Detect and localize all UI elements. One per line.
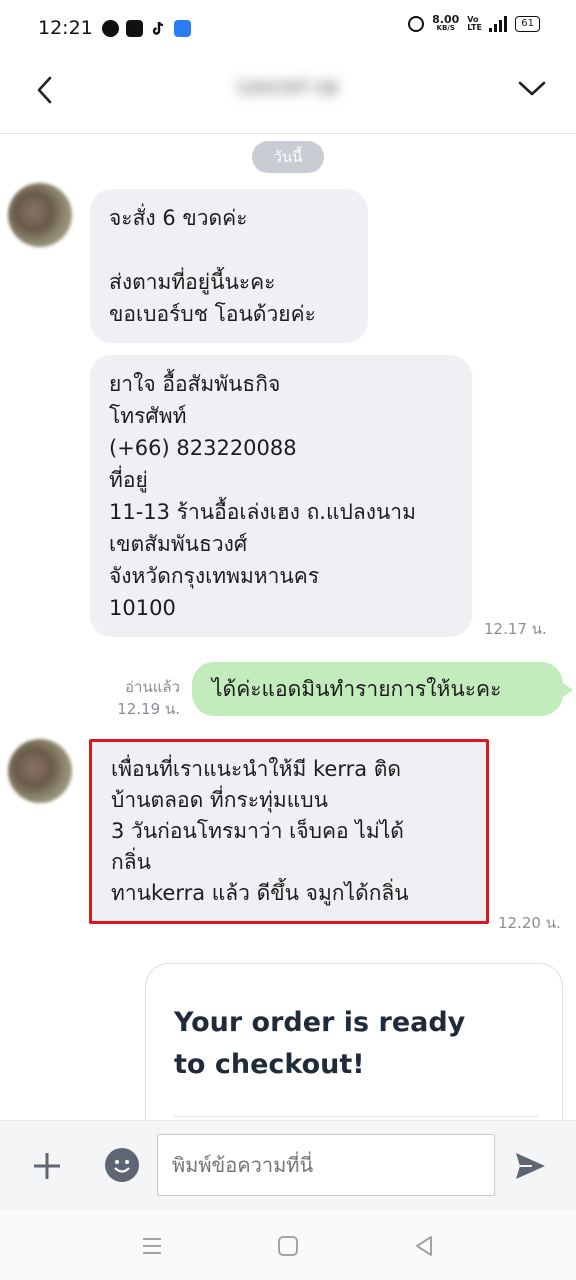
nav-back-button[interactable] (411, 1233, 437, 1259)
message-bubble-received[interactable]: ยาใจ อื้อสัมพันธกิจ โทรศัพท์ (+66) 82322… (90, 355, 472, 637)
volte-indicator: Vo LTE (467, 15, 482, 32)
chat-area[interactable]: วันนี้ จะสั่ง 6 ขวดค่ะ ส่งตามที่อยู่นี้น… (0, 135, 576, 1120)
emoji-button[interactable] (105, 1148, 139, 1182)
net-speed-unit: KB/S (436, 24, 455, 32)
send-button[interactable] (512, 1148, 548, 1184)
checkout-card-title: Your order is ready to checkout! (174, 1007, 466, 1080)
home-icon (278, 1236, 298, 1256)
net-speed: 8.00 KB/S (432, 13, 460, 33)
bubble-tail (560, 681, 573, 699)
shield-app-icon (126, 20, 143, 37)
send-icon (516, 1153, 545, 1179)
attach-button[interactable] (30, 1149, 64, 1183)
message-bubble-received-highlighted[interactable]: เพื่อนที่เราแนะนำให้มี kerra ติด บ้านตลอ… (89, 739, 489, 924)
alarm-icon (408, 16, 425, 32)
status-time: 12:21 (38, 17, 93, 39)
battery-icon: 61 (515, 16, 540, 32)
message-time: 12.20 น. (498, 914, 561, 932)
chevron-down-icon (518, 81, 546, 96)
message-time: 12.19 น. (117, 700, 180, 718)
system-nav-bar (0, 1210, 576, 1280)
plus-icon (34, 1153, 60, 1179)
net-speed-value: 8.00 (432, 13, 460, 26)
chevron-left-icon (37, 76, 52, 104)
chat-header: Lovcori sa (0, 56, 576, 134)
avatar[interactable] (8, 739, 72, 803)
chat-title[interactable]: Lovcori sa (218, 74, 358, 104)
system-icons: 8.00 KB/S Vo LTE 61 (408, 13, 540, 33)
message-input-bar (0, 1120, 576, 1210)
message-bubble-sent[interactable]: ได้ค่ะแอดมินทำรายการให้นะคะ (192, 662, 563, 716)
card-divider (174, 1116, 538, 1117)
date-separator: วันนี้ (252, 141, 324, 173)
signal-icon (489, 16, 508, 32)
checkout-card[interactable]: Your order is ready to checkout! (145, 963, 563, 1120)
recent-apps-button[interactable] (139, 1233, 165, 1259)
messenger-icon (102, 20, 119, 37)
menu-icon (143, 1238, 161, 1254)
read-status: อ่านแล้ว (125, 678, 180, 696)
gallery-icon (174, 20, 191, 37)
header-menu-button[interactable] (514, 70, 550, 106)
avatar[interactable] (8, 183, 72, 247)
status-bar: 12:21 8.00 KB/S Vo LTE 61 (0, 0, 576, 56)
back-icon (416, 1236, 432, 1256)
message-bubble-received[interactable]: จะสั่ง 6 ขวดค่ะ ส่งตามที่อยู่นี้นะคะ ขอเ… (90, 189, 368, 343)
home-button[interactable] (275, 1233, 301, 1259)
message-input[interactable] (157, 1134, 495, 1196)
back-button[interactable] (28, 72, 64, 108)
notification-icons (102, 20, 191, 37)
emoji-icon (114, 1160, 130, 1173)
message-time: 12.17 น. (484, 620, 547, 638)
read-receipt: อ่านแล้ว 12.19 น. (100, 676, 180, 720)
tiktok-icon (150, 20, 167, 37)
